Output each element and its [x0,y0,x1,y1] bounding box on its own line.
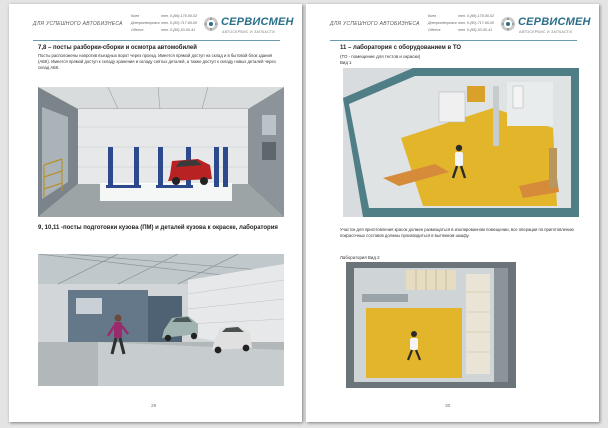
header-city: Одесса [428,28,441,32]
header-city: Киев [131,14,139,18]
figure-body-prep-area [38,254,284,386]
header-divider [330,40,577,41]
figure-workshop-lifts [38,87,284,217]
figure-lab-view-1 [343,68,579,217]
header-city: Днепропетровск [428,21,457,25]
header-phones: тел. 0-(99)-179-00-02 тел. 0-(50)-717-65… [458,13,494,34]
view-2-label: Лаборатория Вид 2 [340,255,380,260]
header-phone: тел. 0-(50)-717-65-00 [458,21,495,25]
brand-subtitle: АВТОСЕРВИС И ЗАПЧАСТИ [519,30,573,34]
header-phone: тел. 0-(95)-53-00-41 [161,28,196,32]
brand-name: СЕРВИСМЕН [221,16,294,28]
section-body-posts-7-8: Посты расположены напротив въездных воро… [38,53,276,70]
header-phone: тел. 0-(99)-179-00-02 [458,14,495,18]
brand-subtitle: АВТОСЕРВИС И ЗАПЧАСТИ [222,30,276,34]
header-phone: тел. 0-(95)-53-00-41 [458,28,493,32]
header-city: Одесса [131,28,144,32]
header-cities: Киев Днепропетровск Одесса [131,13,160,34]
header-phone: тел. 0-(99)-179-00-02 [161,14,198,18]
gear-logo-icon [501,17,515,31]
figure-lab-view-2 [346,262,516,388]
page-number: 30 [445,404,451,409]
section-title-posts-9-11: 9, 10,11 -посты подготовки кузова (ПМ) и… [38,225,278,231]
page-header: ДЛЯ УСПЕШНОГО АВТОБИЗНЕСА Киев Днепропет… [306,4,599,44]
header-phone: тел. 0-(50)-717-65-00 [161,21,198,25]
page-header: ДЛЯ УСПЕШНОГО АВТОБИЗНЕСА Киев Днепропет… [9,4,302,44]
document-page-left: ДЛЯ УСПЕШНОГО АВТОБИЗНЕСА Киев Днепропет… [9,4,302,422]
header-tagline: ДЛЯ УСПЕШНОГО АВТОБИЗНЕСА [33,21,123,27]
document-page-right: ДЛЯ УСПЕШНОГО АВТОБИЗНЕСА Киев Днепропет… [306,4,599,422]
view-1-label: Вид 1 [340,60,352,65]
section-note: (ТО - помещение для тестов и окраски) [340,54,421,59]
section-title-posts-7-8: 7,8 – посты разборки-сборки и осмотра ав… [38,45,197,51]
header-city: Киев [428,14,436,18]
page-number: 29 [151,404,157,409]
gear-logo-icon [204,17,218,31]
section-title-lab: 11 – лаборатория с оборудованием в ТО [340,45,462,51]
header-phones: тел. 0-(99)-179-00-02 тел. 0-(50)-717-65… [161,13,197,34]
header-city: Днепропетровск [131,21,160,25]
brand-name: СЕРВИСМЕН [518,16,591,28]
header-divider [33,40,280,41]
header-tagline: ДЛЯ УСПЕШНОГО АВТОБИЗНЕСА [330,21,420,27]
header-cities: Киев Днепропетровск Одесса [428,13,457,34]
lab-body-text: Участок для приготовления красок должен … [340,227,574,238]
